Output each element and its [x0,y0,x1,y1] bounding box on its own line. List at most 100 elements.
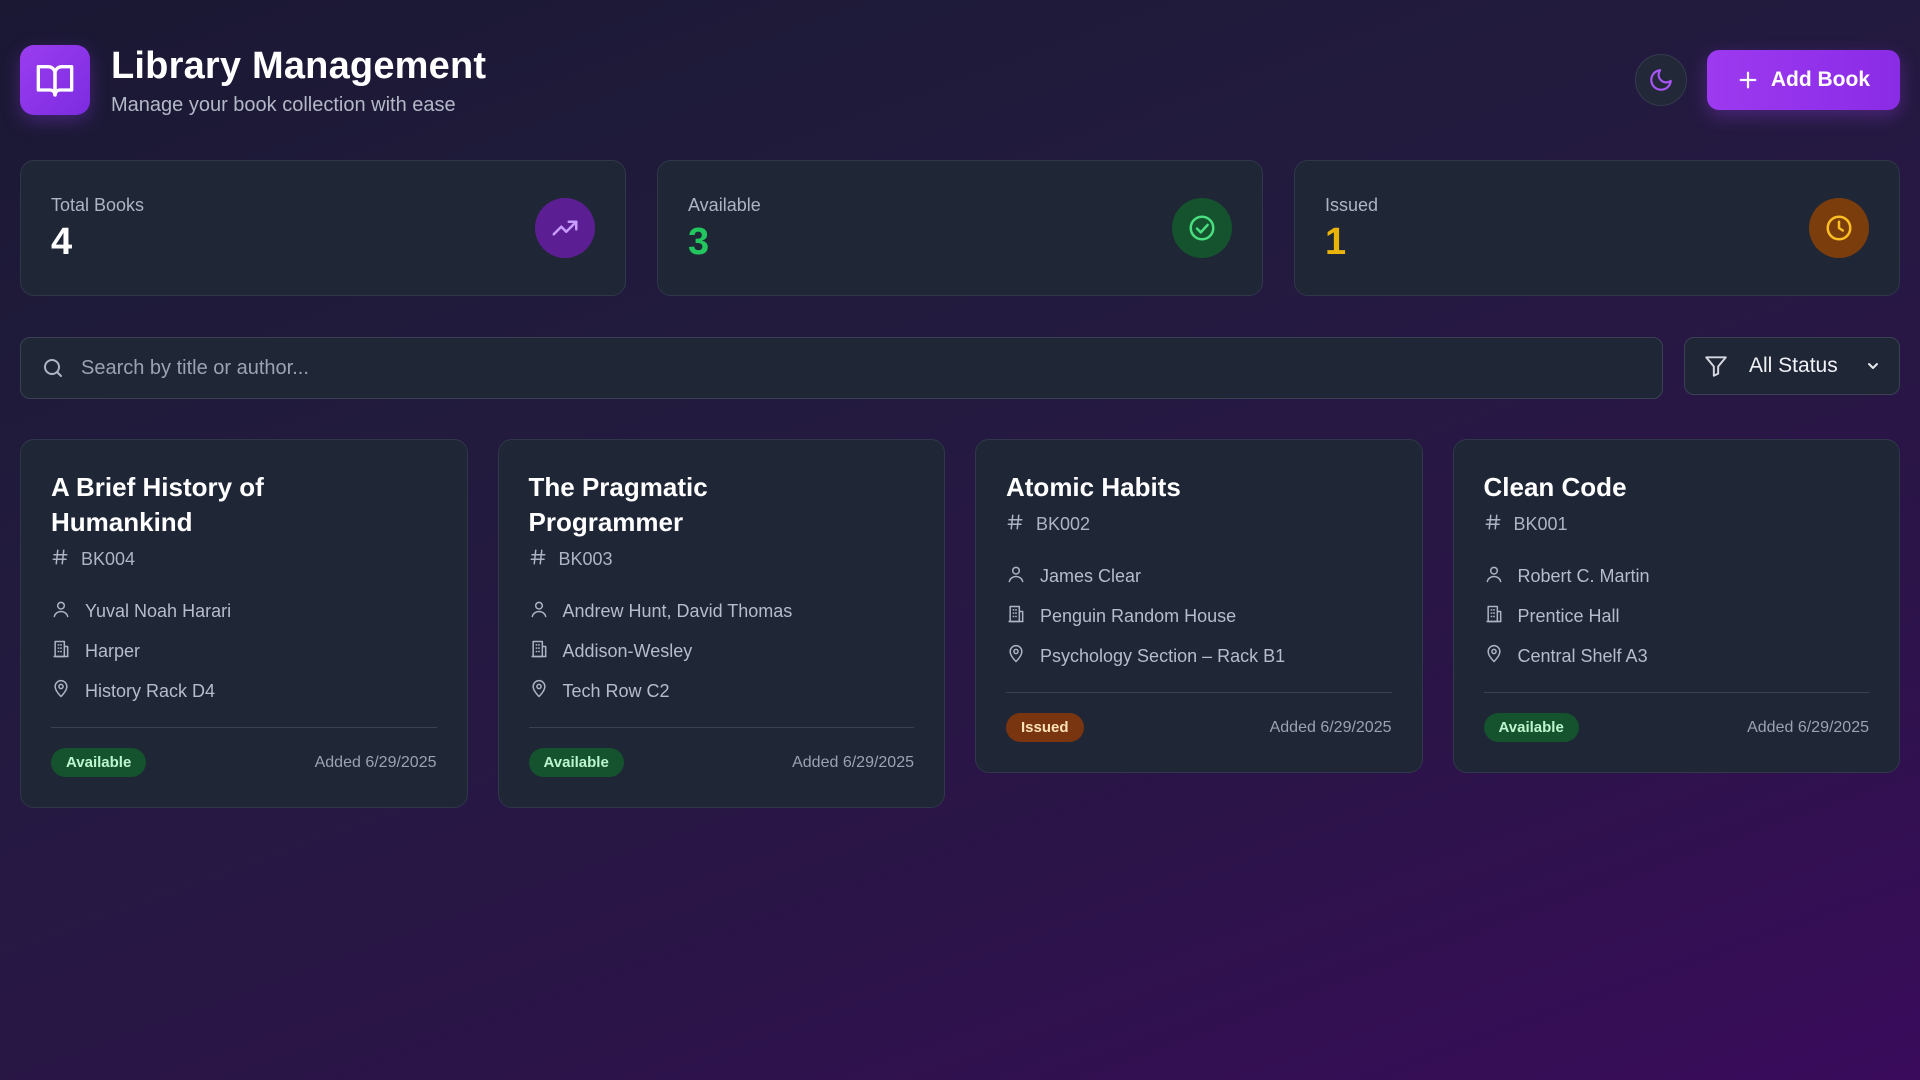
chevron-down-icon [1868,363,1878,369]
trending-up-icon [535,198,595,258]
book-location: Central Shelf A3 [1517,645,1648,666]
library-app: Library Management Manage your book coll… [0,0,1920,1080]
book-meta: Yuval Noah Harari Harper History Rack D4 [51,591,437,711]
book-card[interactable]: Atomic Habits BK002 James Clear Penguin … [975,439,1423,773]
stat-label: Total Books [51,194,145,215]
status-badge: Available [1483,713,1579,742]
map-pin-icon [529,679,549,704]
book-title: Clean Code [1483,472,1627,502]
book-footer: Available Added 6/29/2025 [51,748,437,777]
divider [1483,692,1869,693]
title-block: Library Management Manage your book coll… [111,44,486,117]
stat-label: Issued [1325,194,1379,215]
stat-text: Total Books 4 [51,195,144,262]
book-location: Psychology Section – Rack B1 [1040,645,1286,666]
book-author: Andrew Hunt, David Thomas [562,600,793,621]
status-badge: Available [51,748,147,777]
author-row: Yuval Noah Harari [51,591,437,631]
divider [1006,692,1392,693]
stat-text: Issued 1 [1325,195,1378,262]
author-row: Robert C. Martin [1484,556,1870,596]
author-row: Andrew Hunt, David Thomas [529,591,915,631]
plus-icon [1739,71,1757,89]
stat-value: 3 [688,220,710,263]
status-badge: Issued [1006,713,1084,742]
user-icon [1006,564,1026,589]
header: Library Management Manage your book coll… [20,44,1900,116]
book-publisher: Harper [85,640,141,661]
added-date: Added 6/29/2025 [792,753,914,771]
book-id: BK003 [558,549,613,569]
stat-value: 4 [51,220,73,263]
book-author: James Clear [1040,565,1142,586]
building-icon [51,639,71,664]
location-row: Central Shelf A3 [1484,636,1870,676]
divider [528,727,914,728]
book-meta: James Clear Penguin Random House Psychol… [1006,556,1392,676]
stat-label: Available [688,194,761,215]
added-date: Added 6/29/2025 [1269,718,1392,736]
stat-card-total-books: Total Books 4 [20,160,626,296]
user-icon [1484,564,1504,589]
publisher-row: Harper [51,631,437,671]
book-id-row: BK002 [1006,513,1392,536]
hash-icon [1484,513,1502,536]
divider [51,727,437,728]
book-footer: Issued Added 6/29/2025 [1006,713,1392,742]
theme-toggle-button[interactable] [1634,54,1687,106]
book-location: History Rack D4 [85,680,216,701]
hash-icon [51,548,69,571]
book-title: Atomic Habits [1006,472,1181,502]
book-location: Tech Row C2 [562,680,670,701]
added-date: Added 6/29/2025 [1747,718,1869,736]
book-grid: A Brief History of Humankind BK004 Yuval… [20,439,1900,808]
status-filter-value: All Status [1749,354,1838,377]
book-meta: Robert C. Martin Prentice Hall Central S… [1484,556,1870,676]
page-title: Library Management [111,44,487,87]
add-book-button[interactable]: Add Book [1706,50,1900,110]
map-pin-icon [51,679,71,704]
search-box [20,337,1663,399]
book-publisher: Penguin Random House [1040,605,1237,626]
search-icon [44,359,62,377]
book-open-icon [20,45,90,115]
stat-card-issued: Issued 1 [1294,160,1900,296]
book-footer: Available Added 6/29/2025 [528,748,914,777]
book-id-row: BK004 [51,548,437,571]
search-input[interactable] [81,356,1642,380]
location-row: History Rack D4 [51,671,437,711]
stat-value: 1 [1325,220,1347,263]
book-author: Robert C. Martin [1517,565,1650,586]
book-footer: Available Added 6/29/2025 [1483,713,1869,742]
user-icon [51,599,71,624]
book-id: BK002 [1036,514,1091,534]
page-subtitle: Manage your book collection with ease [111,93,456,116]
publisher-row: Addison-Wesley [529,631,915,671]
book-meta: Andrew Hunt, David Thomas Addison-Wesley… [529,591,915,711]
book-card[interactable]: Clean Code BK001 Robert C. Martin Prenti… [1452,439,1900,773]
clock-icon [1809,198,1869,258]
book-card[interactable]: The Pragmatic Programmer BK003 Andrew Hu… [497,439,945,808]
map-pin-icon [1006,644,1026,669]
search-row: All Status [20,337,1900,399]
author-row: James Clear [1006,556,1392,596]
location-row: Tech Row C2 [529,671,915,711]
book-id-row: BK001 [1484,513,1870,536]
map-pin-icon [1484,644,1504,669]
book-id-row: BK003 [529,548,915,571]
filter-icon [1705,356,1727,377]
status-filter-select[interactable]: All Status [1684,337,1900,395]
stats-row: Total Books 4 Available 3 Issued 1 [20,160,1900,296]
book-publisher: Addison-Wesley [562,640,693,661]
added-date: Added 6/29/2025 [314,753,437,771]
stat-card-available: Available 3 [657,160,1263,296]
hash-icon [529,548,547,571]
moon-icon [1650,69,1672,91]
stat-text: Available 3 [688,195,761,262]
book-card[interactable]: A Brief History of Humankind BK004 Yuval… [20,439,468,808]
location-row: Psychology Section – Rack B1 [1006,636,1392,676]
building-icon [1484,604,1504,629]
building-icon [529,639,549,664]
publisher-row: Penguin Random House [1006,596,1392,636]
hash-icon [1006,513,1024,536]
